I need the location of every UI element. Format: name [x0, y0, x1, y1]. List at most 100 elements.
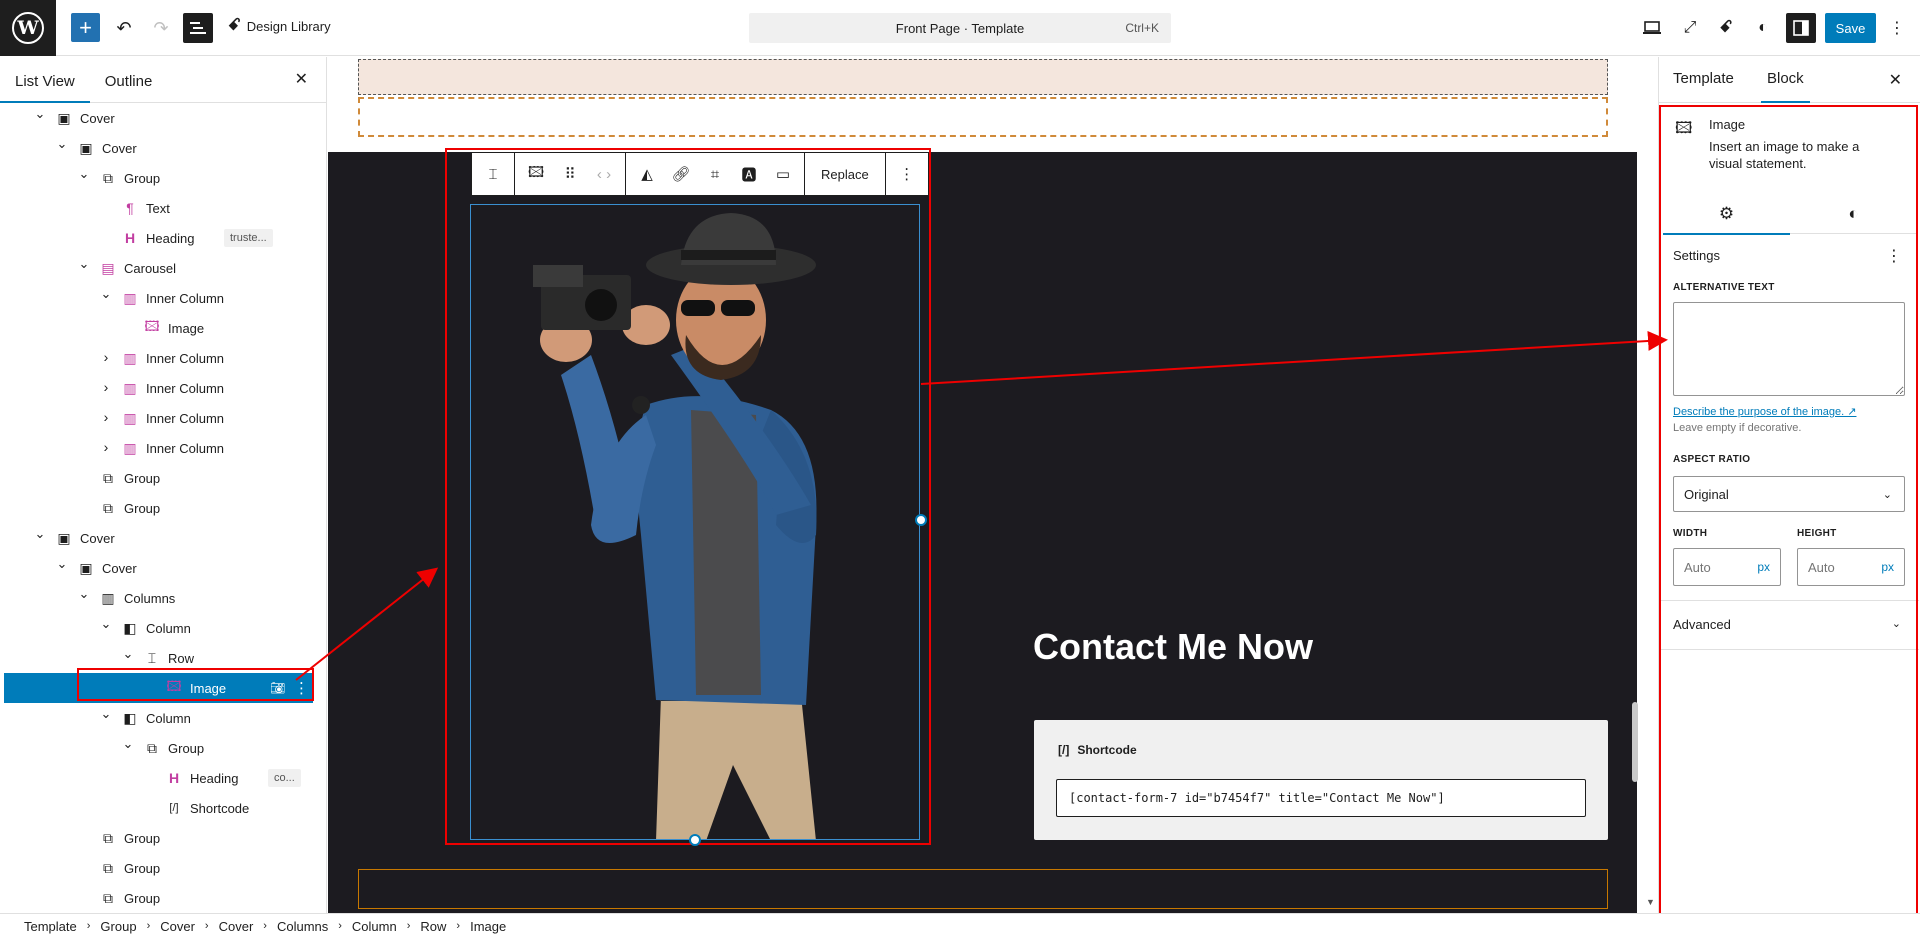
text-overlay-button[interactable]: 🅰︎	[732, 153, 766, 195]
resize-handle-right[interactable]	[915, 514, 927, 526]
move-arrows-button[interactable]: ‹ ›	[587, 153, 621, 195]
breadcrumb-item[interactable]: Column	[352, 919, 397, 934]
list-item[interactable]: ⧉ Group	[0, 463, 326, 493]
block-options-button[interactable]: ⋮	[890, 153, 924, 195]
list-item[interactable]: › ▥ Inner Column	[0, 343, 326, 373]
list-item[interactable]: ⌄ ⧉ Group	[0, 163, 326, 193]
resize-handle-bottom[interactable]	[689, 834, 701, 846]
breadcrumb-item[interactable]: Columns	[277, 919, 328, 934]
list-item[interactable]: ⌄ ◧ Column	[0, 703, 326, 733]
list-item[interactable]: H Heading co...	[0, 763, 326, 793]
replace-button[interactable]: Replace	[809, 153, 881, 195]
redo-button[interactable]: ↷	[145, 12, 177, 44]
shortcode-input[interactable]: [contact-form-7 id="b7454f7" title="Cont…	[1056, 779, 1586, 817]
block-type-button[interactable]: 🖾	[519, 153, 553, 195]
scroll-down-icon[interactable]: ▼	[1646, 897, 1655, 907]
list-item[interactable]: ⌄ ▤ Carousel	[0, 253, 326, 283]
tab-template[interactable]: Template	[1673, 70, 1734, 87]
list-item[interactable]: › ▥ Inner Column	[0, 433, 326, 463]
save-button[interactable]: Save	[1825, 13, 1876, 43]
cover-block-icon: ▣	[79, 139, 93, 156]
list-item[interactable]: ⌄ ▣ Cover	[0, 103, 326, 133]
breadcrumb-item[interactable]: Cover	[160, 919, 195, 934]
chevron-down-icon[interactable]: ⌄	[56, 136, 68, 152]
list-item[interactable]: ⌄ ⧉ Group	[0, 733, 326, 763]
desktop-view-button[interactable]	[1636, 12, 1668, 44]
list-item[interactable]: ⌄ ◧ Column	[0, 613, 326, 643]
chevron-down-icon[interactable]: ⌄	[34, 526, 46, 542]
breadcrumb-item[interactable]: Image	[470, 919, 506, 934]
wordpress-logo[interactable]: W	[0, 0, 56, 56]
chevron-down-icon[interactable]: ⌄	[122, 736, 134, 752]
row-block-icon: ⌶	[488, 165, 498, 183]
breadcrumb-item[interactable]: Template	[24, 919, 77, 934]
list-item-label: Inner Column	[146, 440, 225, 456]
list-item[interactable]: H Heading truste...	[0, 223, 326, 253]
chevron-down-icon[interactable]: ⌄	[78, 256, 90, 272]
document-overview-button[interactable]	[183, 13, 213, 43]
breadcrumb-item[interactable]: Cover	[219, 919, 254, 934]
placeholder-block[interactable]	[358, 97, 1608, 137]
view-site-button[interactable]: ⤢	[1674, 12, 1706, 44]
list-item[interactable]: ⧉ Group	[0, 883, 326, 913]
chevron-down-icon[interactable]: ⌄	[78, 166, 90, 182]
select-parent-button[interactable]: ⌶	[476, 153, 510, 195]
list-item[interactable]: 🖾 Image	[0, 313, 326, 343]
list-item[interactable]: ⧉ Group	[0, 493, 326, 523]
list-item[interactable]: › ▥ Inner Column	[0, 373, 326, 403]
chevron-down-icon[interactable]: ⌄	[100, 616, 112, 632]
list-item[interactable]: ⌄ ▣ Cover	[0, 553, 326, 583]
placeholder-block[interactable]	[358, 869, 1608, 909]
list-item[interactable]: ⌄ ▣ Cover	[0, 523, 326, 553]
options-button[interactable]: ⋮	[1881, 12, 1913, 44]
chevron-down-icon[interactable]: ⌄	[100, 286, 112, 302]
caption-button[interactable]: ▭	[766, 153, 800, 195]
chevron-right-icon[interactable]: ›	[100, 349, 112, 365]
tab-list-view[interactable]: List View	[0, 73, 90, 103]
list-item[interactable]: ⧉ Group	[0, 823, 326, 853]
group-block-icon: ⧉	[103, 469, 113, 486]
chevron-right-icon[interactable]: ›	[100, 439, 112, 455]
chevron-down-icon[interactable]: ⌄	[56, 556, 68, 572]
duotone-button[interactable]: ◭	[630, 153, 664, 195]
tab-block[interactable]: Block	[1761, 70, 1810, 103]
breadcrumb-item[interactable]: Row	[420, 919, 446, 934]
row-block-icon: ⌶	[147, 649, 157, 666]
undo-button[interactable]: ↶	[108, 12, 140, 44]
canvas-scrollbar[interactable]	[1632, 57, 1638, 913]
breadcrumb-item[interactable]: Group	[100, 919, 136, 934]
shortcode-block[interactable]: [/] Shortcode [contact-form-7 id="b7454f…	[1034, 720, 1608, 840]
more-vertical-icon: ⋮	[1889, 20, 1905, 37]
list-item[interactable]: ⌄ ▥ Columns	[0, 583, 326, 613]
chevron-down-icon[interactable]: ⌄	[100, 706, 112, 722]
list-item-label: Inner Column	[146, 290, 225, 306]
link-button[interactable]: 🔗︎	[664, 153, 698, 195]
scrollbar-thumb[interactable]	[1632, 702, 1638, 782]
chevron-down-icon[interactable]: ⌄	[34, 106, 46, 122]
close-icon[interactable]: ✕	[1889, 70, 1902, 90]
chevron-down-icon[interactable]: ⌄	[122, 646, 134, 662]
list-item[interactable]: ⌄ ▥ Inner Column	[0, 283, 326, 313]
settings-sidebar-button[interactable]	[1786, 13, 1816, 43]
chevron-right-icon[interactable]: ›	[100, 379, 112, 395]
crop-button[interactable]: ⌗	[698, 153, 732, 195]
chevron-down-icon[interactable]: ⌄	[78, 586, 90, 602]
list-item[interactable]: ⧉ Group	[0, 853, 326, 883]
tab-outline[interactable]: Outline	[90, 73, 168, 102]
drag-handle[interactable]: ⠿	[553, 153, 587, 195]
close-icon[interactable]: ✕	[295, 69, 308, 89]
block-toolbar: ⌶ 🖾 ⠿ ‹ › ◭ 🔗︎ ⌗ 🅰︎ ▭ Replace ⋮	[471, 152, 929, 196]
inner-column-block-icon: ▥	[123, 379, 137, 396]
contact-heading[interactable]: Contact Me Now	[1033, 626, 1313, 668]
list-item[interactable]: ¶ Text	[0, 193, 326, 223]
add-block-button[interactable]: +	[71, 13, 100, 42]
list-item[interactable]: ⌄ ▣ Cover	[0, 133, 326, 163]
spectra-button[interactable]: ꗃ	[1710, 12, 1742, 44]
design-library-button[interactable]: ꗃ Design Library	[228, 17, 331, 35]
list-item[interactable]: › ▥ Inner Column	[0, 403, 326, 433]
styles-button[interactable]: ◐	[1747, 12, 1779, 44]
command-palette-bar[interactable]: Front Page · Template Ctrl+K	[749, 13, 1171, 43]
list-item[interactable]: [/] Shortcode	[0, 793, 326, 823]
placeholder-block[interactable]	[358, 59, 1608, 95]
chevron-right-icon[interactable]: ›	[100, 409, 112, 425]
